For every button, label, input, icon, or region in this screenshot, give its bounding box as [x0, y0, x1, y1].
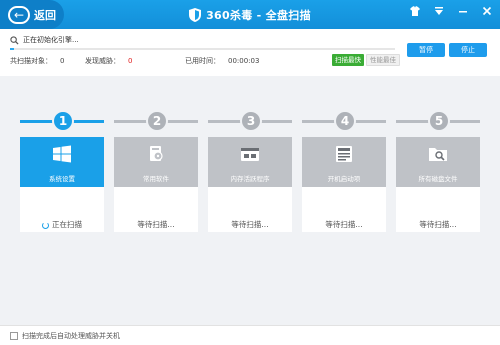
scan-steps-panel: 1 系统设置 正在扫描 2 常用软件 等待扫描... 3 内存活跃程序 等待扫描… [0, 76, 500, 325]
stop-button[interactable]: 停止 [449, 43, 487, 57]
loading-spinner-icon [42, 221, 49, 229]
step-label: 系统设置 [49, 175, 75, 183]
step-card: 所有磁盘文件 [396, 137, 480, 187]
scan-step-common-software: 2 常用软件 等待扫描... [114, 110, 198, 240]
close-icon[interactable] [480, 5, 494, 19]
step-number: 4 [334, 110, 356, 132]
auto-handle-option[interactable]: 扫描完成后自动处理威胁并关机 [10, 331, 120, 341]
step-status: 正在扫描 [20, 219, 104, 230]
scanned-label: 共扫描对象： [10, 57, 52, 65]
auto-handle-label: 扫描完成后自动处理威胁并关机 [22, 332, 120, 340]
scanned-value: 0 [60, 57, 65, 65]
step-status-text: 等待扫描... [419, 220, 457, 229]
step-card: 系统设置 [20, 137, 104, 187]
step-status-box: 等待扫描... [114, 187, 198, 232]
step-status-box: 等待扫描... [302, 187, 386, 232]
step-status-text: 等待扫描... [325, 220, 363, 229]
scan-step-all-disk-files: 5 所有磁盘文件 等待扫描... [396, 110, 480, 240]
scan-status-area: 正在初始化引擎... 暂停 停止 共扫描对象： 0 发现威胁： 0 已用时间： 00:… [0, 29, 500, 76]
footer-bar: 扫描完成后自动处理威胁并关机 [0, 325, 500, 345]
scan-progress-fill [10, 48, 14, 50]
scan-progress-bar [10, 48, 395, 50]
menu-icon[interactable] [432, 5, 446, 19]
pause-button[interactable]: 暂停 [407, 43, 445, 57]
step-number: 5 [428, 110, 450, 132]
scan-steps: 1 系统设置 正在扫描 2 常用软件 等待扫描... 3 内存活跃程序 等待扫描… [20, 110, 490, 240]
scan-step-system-settings: 1 系统设置 正在扫描 [20, 110, 104, 240]
scan-mode-toggle: 扫描最快 性能最佳 [332, 54, 400, 66]
window-title: 360杀毒 - 全盘扫描 [206, 9, 311, 22]
step-status-box: 等待扫描... [208, 187, 292, 232]
auto-handle-checkbox[interactable] [10, 332, 18, 340]
shield-logo-icon [189, 8, 202, 22]
threats-value: 0 [128, 57, 133, 65]
search-icon [10, 35, 19, 45]
step-label: 开机启动项 [327, 175, 361, 183]
startup-icon [336, 146, 352, 162]
mode-best-performance-button[interactable]: 性能最佳 [366, 54, 400, 66]
memory-icon [241, 148, 259, 161]
scan-step-memory-programs: 3 内存活跃程序 等待扫描... [208, 110, 292, 240]
step-number: 2 [146, 110, 168, 132]
title-bar: ← 返回 360杀毒 - 全盘扫描 [0, 0, 500, 29]
current-action-row: 正在初始化引擎... [10, 35, 79, 45]
step-card: 常用软件 [114, 137, 198, 187]
step-status-box: 正在扫描 [20, 187, 104, 232]
step-label: 所有磁盘文件 [418, 175, 458, 183]
elapsed-time: 已用时间： 00:00:03 [185, 56, 259, 66]
step-status-text: 等待扫描... [137, 220, 175, 229]
elapsed-label: 已用时间： [185, 57, 220, 65]
windows-icon [53, 145, 71, 163]
scan-step-startup-items: 4 开机启动项 等待扫描... [302, 110, 386, 240]
step-number: 1 [52, 110, 74, 132]
elapsed-value: 00:00:03 [228, 57, 260, 65]
step-status-text: 等待扫描... [231, 220, 269, 229]
window-controls [408, 5, 494, 19]
step-label: 常用软件 [143, 175, 169, 183]
step-label: 内存活跃程序 [230, 175, 270, 183]
mode-fastest-button[interactable]: 扫描最快 [332, 54, 364, 66]
step-status-box: 等待扫描... [396, 187, 480, 232]
threats-count: 发现威胁： 0 [85, 56, 132, 66]
current-action-text: 正在初始化引擎... [23, 36, 79, 44]
scanned-count: 共扫描对象： 0 [10, 56, 64, 66]
threats-label: 发现威胁： [85, 57, 120, 65]
minimize-icon[interactable] [456, 5, 470, 19]
step-card: 内存活跃程序 [208, 137, 292, 187]
step-number: 3 [240, 110, 262, 132]
disk-files-icon [429, 148, 447, 161]
software-icon [150, 146, 163, 161]
skin-icon[interactable] [408, 5, 422, 19]
step-status-text: 正在扫描 [52, 220, 82, 229]
step-card: 开机启动项 [302, 137, 386, 187]
